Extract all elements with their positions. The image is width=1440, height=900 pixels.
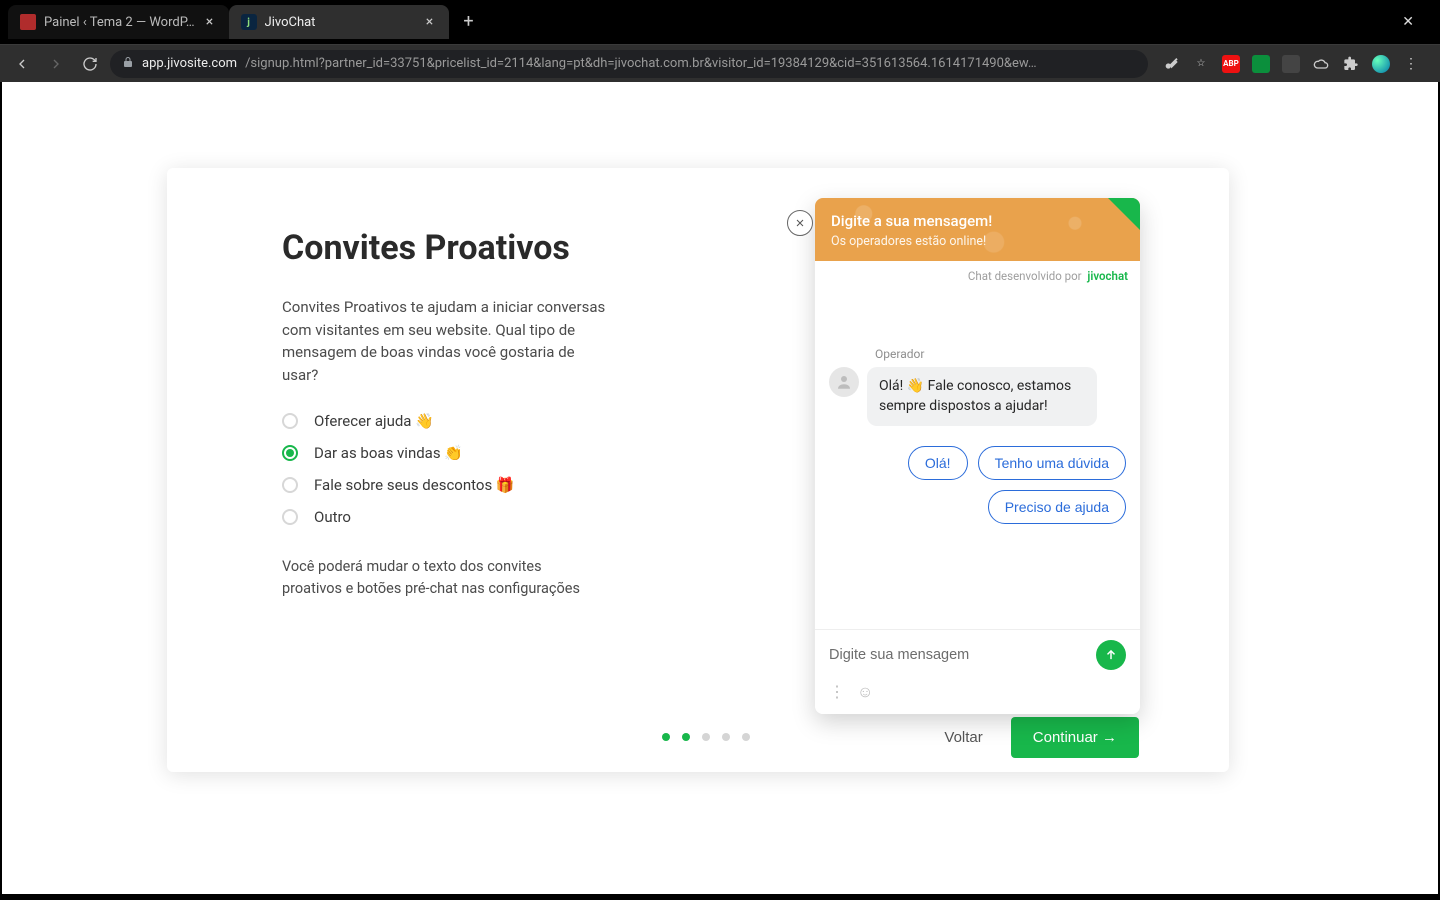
chat-input-area: ⋮ ☺	[815, 629, 1140, 714]
back-button[interactable]	[8, 50, 36, 78]
step-dot	[662, 733, 670, 741]
url-path: /signup.html?partner_id=33751&pricelist_…	[245, 56, 1136, 71]
tab-title: Painel ‹ Tema 2 — WordP…	[44, 15, 195, 30]
invite-option[interactable]: Fale sobre seus descontos 🎁	[282, 476, 719, 494]
profile-icon[interactable]	[1372, 55, 1390, 73]
key-icon[interactable]	[1162, 55, 1180, 73]
chat-header-subtitle: Os operadores estão online!	[831, 234, 1124, 249]
url-host: app.jivosite.com	[142, 56, 237, 71]
adblock-icon[interactable]: ABP	[1222, 55, 1240, 73]
powered-prefix: Chat desenvolvido por	[968, 269, 1082, 283]
chat-preview-widget: Digite a sua mensagem! Os operadores est…	[815, 198, 1140, 714]
quick-reply-button[interactable]: Preciso de ajuda	[988, 490, 1126, 524]
chat-corner-accent	[1107, 198, 1140, 231]
radio-icon	[282, 509, 298, 525]
back-button[interactable]: Voltar	[944, 729, 982, 746]
extensions-icon[interactable]	[1342, 55, 1360, 73]
chat-header: Digite a sua mensagem! Os operadores est…	[815, 198, 1140, 261]
page-viewport: Convites Proativos Convites Proativos te…	[0, 82, 1440, 896]
chat-message-bubble: Olá! 👋 Fale conosco, estamos sempre disp…	[867, 367, 1097, 426]
radio-icon	[282, 413, 298, 429]
extension-generic-icon[interactable]	[1282, 55, 1300, 73]
extension-green-icon[interactable]	[1252, 55, 1270, 73]
page-title: Convites Proativos	[282, 228, 719, 268]
operator-label: Operador	[875, 347, 1126, 361]
invite-option-label: Dar as boas vindas 👏	[314, 444, 463, 462]
new-tab-button[interactable]: +	[455, 8, 483, 36]
close-icon[interactable]: ×	[203, 15, 217, 29]
chat-tools: ⋮ ☺	[829, 682, 1126, 702]
cloud-icon[interactable]	[1312, 55, 1330, 73]
chat-header-title: Digite a sua mensagem!	[831, 212, 1124, 230]
chat-message-row: Olá! 👋 Fale conosco, estamos sempre disp…	[829, 367, 1126, 426]
step-dot	[682, 733, 690, 741]
left-column: Convites Proativos Convites Proativos te…	[167, 168, 719, 702]
powered-brand: jivochat	[1087, 269, 1128, 283]
quick-reply-button[interactable]: Olá!	[908, 446, 968, 480]
more-icon[interactable]: ⋮	[829, 682, 845, 702]
quick-reply-button[interactable]: Tenho uma dúvida	[978, 446, 1126, 480]
step-dot	[722, 733, 730, 741]
invite-option[interactable]: Dar as boas vindas 👏	[282, 444, 719, 462]
tab-jivochat[interactable]: j JivoChat ×	[229, 5, 449, 39]
chat-powered-by: Chat desenvolvido por jivochat	[815, 261, 1140, 287]
tab-title: JivoChat	[265, 15, 415, 30]
step-dot	[742, 733, 750, 741]
invite-option-label: Oferecer ajuda 👋	[314, 412, 434, 430]
operator-avatar-icon	[829, 367, 859, 397]
browser-chrome: Painel ‹ Tema 2 — WordP… × j JivoChat × …	[0, 0, 1440, 82]
jivochat-icon: j	[241, 14, 257, 30]
step-dot	[702, 733, 710, 741]
invite-option[interactable]: Oferecer ajuda 👋	[282, 412, 719, 430]
invite-option[interactable]: Outro	[282, 508, 719, 526]
quick-reply-row: Olá! Tenho uma dúvida Preciso de ajuda	[829, 446, 1126, 524]
extension-icons: ☆ ABP ⋮	[1154, 55, 1432, 73]
chat-body: Operador Olá! 👋 Fale conosco, estamos se…	[815, 287, 1140, 629]
star-icon[interactable]: ☆	[1192, 55, 1210, 73]
lock-icon	[122, 56, 134, 72]
reload-button[interactable]	[76, 50, 104, 78]
tab-bar: Painel ‹ Tema 2 — WordP… × j JivoChat × …	[0, 0, 1440, 44]
tab-wordpress[interactable]: Painel ‹ Tema 2 — WordP… ×	[8, 5, 229, 39]
send-button[interactable]	[1096, 640, 1126, 670]
emoji-icon[interactable]: ☺	[857, 682, 873, 702]
browser-menu-icon[interactable]: ⋮	[1402, 55, 1420, 73]
invite-option-list: Oferecer ajuda 👋 Dar as boas vindas 👏 Fale…	[282, 412, 719, 526]
footnote: Você poderá mudar o texto dos convites p…	[282, 556, 602, 600]
window-close-icon[interactable]: ✕	[1394, 0, 1432, 44]
invite-option-label: Outro	[314, 508, 351, 526]
chat-input[interactable]	[829, 647, 1086, 663]
step-indicator	[362, 733, 750, 741]
continue-button[interactable]: Continuar →	[1011, 717, 1139, 758]
invite-option-label: Fale sobre seus descontos 🎁	[314, 476, 515, 494]
page-description: Convites Proativos te ajudam a iniciar c…	[282, 296, 612, 386]
wordpress-icon	[20, 14, 36, 30]
forward-button[interactable]	[42, 50, 70, 78]
toolbar: app.jivosite.com /signup.html?partner_id…	[0, 44, 1440, 82]
close-icon[interactable]: ×	[423, 15, 437, 29]
radio-icon	[282, 477, 298, 493]
onboarding-card: Convites Proativos Convites Proativos te…	[167, 168, 1229, 772]
address-bar[interactable]: app.jivosite.com /signup.html?partner_id…	[110, 50, 1148, 78]
radio-icon	[282, 445, 298, 461]
close-preview-button[interactable]	[787, 210, 813, 236]
